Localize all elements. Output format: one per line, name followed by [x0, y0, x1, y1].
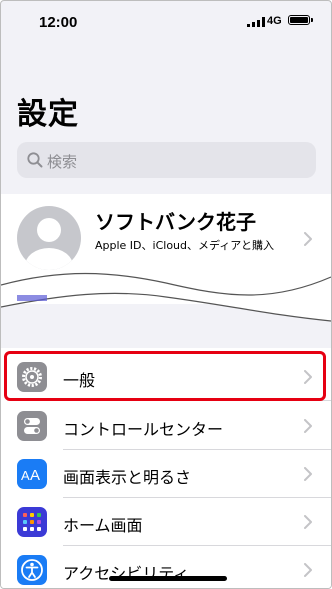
settings-row-control-center[interactable]: コントロールセンター	[1, 402, 331, 450]
settings-row-accessibility[interactable]: アクセシビリティ	[1, 546, 331, 588]
home-indicator[interactable]	[109, 576, 227, 581]
chevron-right-icon	[304, 419, 312, 433]
content-break-wave	[1, 272, 331, 322]
chevron-right-icon	[304, 515, 312, 529]
search-icon	[27, 152, 43, 168]
accessibility-icon	[17, 555, 47, 585]
profile-name: ソフトバンク花子	[95, 210, 256, 234]
chevron-right-icon	[304, 232, 312, 246]
network-type: 4G	[267, 15, 282, 27]
search-placeholder: 検索	[47, 153, 78, 171]
clock: 12:00	[39, 14, 78, 31]
settings-row-display-brightness[interactable]: A A 画面表示と明るさ	[1, 450, 331, 498]
battery-icon	[288, 15, 313, 25]
toggles-icon	[17, 411, 47, 441]
general-row-highlight	[4, 351, 326, 401]
page-title: 設定	[17, 97, 79, 132]
settings-row-label: コントロールセンター	[63, 420, 224, 439]
app-grid-icon	[17, 507, 47, 537]
search-field[interactable]: 検索	[17, 142, 316, 178]
settings-row-label: ホーム画面	[63, 516, 143, 535]
settings-row-home-screen[interactable]: ホーム画面	[1, 498, 331, 546]
svg-text:A: A	[30, 467, 40, 484]
chevron-right-icon	[304, 467, 312, 481]
status-bar: 12:00 4G	[1, 1, 331, 45]
settings-screen: 12:00 4G 設定 検索 ソフトバンク花子 Apple ID、iCloud、…	[0, 0, 332, 589]
chevron-right-icon	[304, 563, 312, 577]
cellular-signal-icon	[247, 17, 265, 27]
profile-subtitle: Apple ID、iCloud、メディアと購入	[95, 239, 275, 252]
settings-row-label: 画面表示と明るさ	[63, 468, 192, 487]
svg-text:A: A	[21, 468, 30, 483]
text-size-icon: A A	[17, 459, 47, 489]
